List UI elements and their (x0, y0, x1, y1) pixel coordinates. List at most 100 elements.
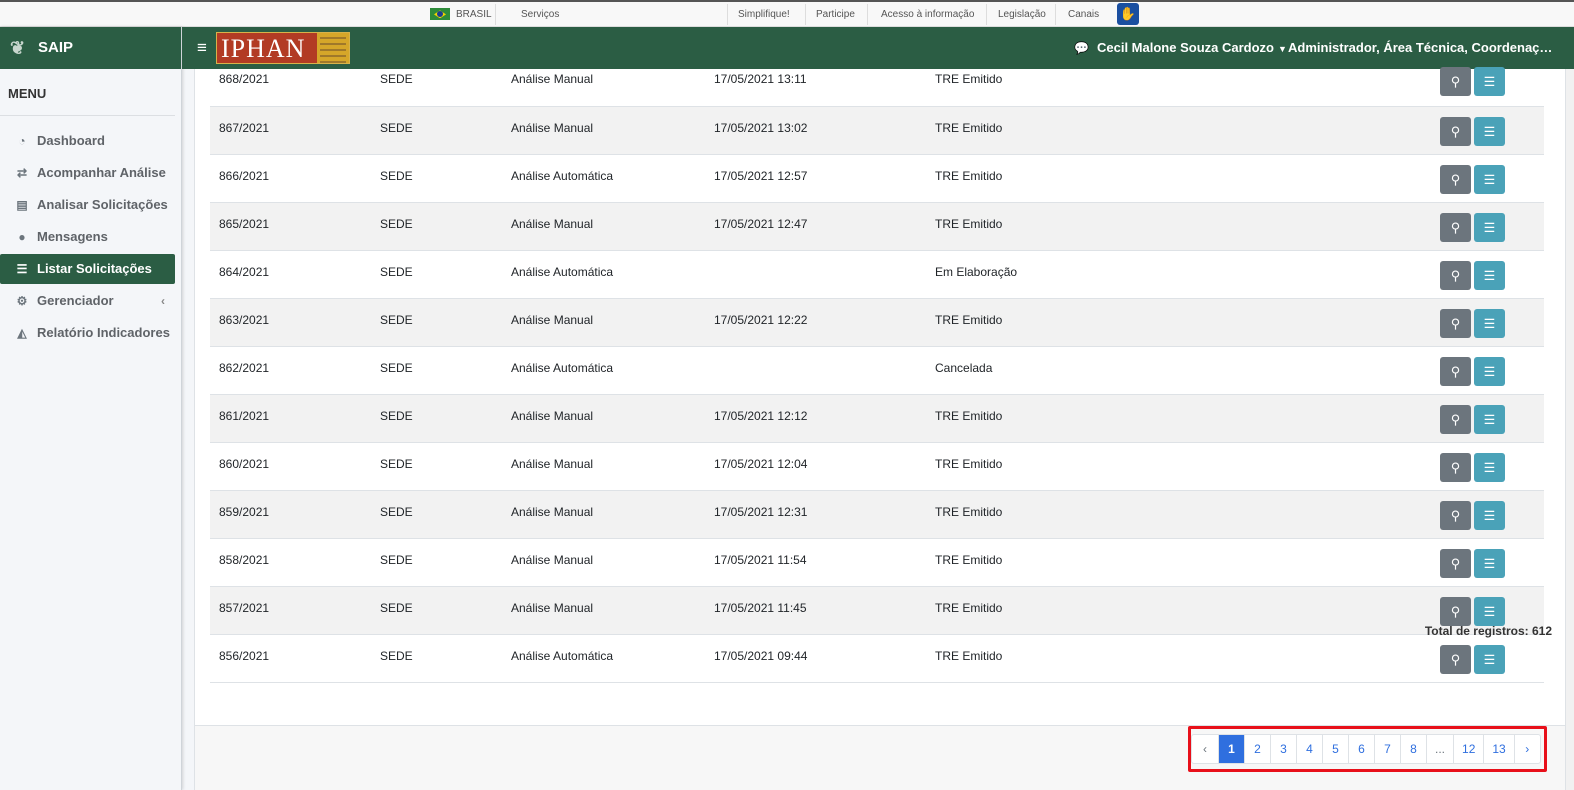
unit-cell: SEDE (380, 409, 413, 423)
user-menu[interactable]: Cecil Malone Souza Cardozo ▼ (1097, 27, 1287, 70)
pagination-prev[interactable]: ‹ (1192, 735, 1218, 763)
requests-table: 868/2021 SEDE Análise Manual 17/05/2021 13:… (210, 67, 1544, 683)
list-icon: ☰ (1483, 364, 1496, 379)
unit-cell: SEDE (380, 601, 413, 615)
sign-language-icon[interactable]: ✋ (1117, 3, 1139, 25)
analysis-type-cell: Análise Automática (511, 361, 614, 375)
analysis-type-cell: Análise Manual (511, 217, 594, 231)
details-button[interactable]: ☰ (1474, 453, 1505, 482)
table-row: 864/2021 SEDE Análise Automática Em Elabora… (210, 251, 1544, 299)
status-cell: TRE Emitido (935, 553, 1003, 567)
request-number-cell: 857/2021 (219, 601, 270, 615)
participe-link[interactable]: Participe (806, 2, 865, 27)
sidebar-item-acompanhar-analise[interactable]: ⇄ Acompanhar Análise (0, 158, 175, 188)
pagination-page[interactable]: 7 (1374, 735, 1400, 763)
sidebar-item-relatorio-indicadores[interactable]: ◭ Relatório Indicadores (0, 318, 175, 348)
analysis-type-cell: Análise Manual (511, 72, 594, 86)
pagination-page[interactable]: 1 (1218, 735, 1244, 763)
status-cell: TRE Emitido (935, 505, 1003, 519)
view-button[interactable]: ⚲ (1440, 405, 1471, 434)
scrollbar[interactable] (1566, 69, 1574, 790)
view-button[interactable]: ⚲ (1440, 117, 1471, 146)
exchange-icon: ⇄ (16, 166, 28, 180)
pagination-page[interactable]: 12 (1453, 735, 1483, 763)
table-row: 868/2021 SEDE Análise Manual 17/05/2021 13:… (210, 67, 1544, 107)
details-button[interactable]: ☰ (1474, 67, 1505, 96)
datetime-cell: 17/05/2021 12:22 (714, 313, 808, 327)
request-number-cell: 856/2021 (219, 649, 270, 663)
sidebar-item-listar-solicitacoes[interactable]: ☰ Listar Solicitações (0, 254, 175, 284)
dashboard-icon: ◔ (18, 134, 26, 148)
chevron-left-icon: ‹ (161, 294, 165, 308)
view-button[interactable]: ⚲ (1440, 453, 1471, 482)
unit-cell: SEDE (380, 72, 413, 86)
pagination-page[interactable]: 4 (1296, 735, 1322, 763)
details-button[interactable]: ☰ (1474, 309, 1505, 338)
request-number-cell: 867/2021 (219, 121, 270, 135)
sidebar-item-analisar-solicitacoes[interactable]: ▤ Analisar Solicitações (0, 190, 175, 220)
list-icon: ☰ (1483, 604, 1496, 619)
leaf-logo-icon: ❦ (10, 38, 26, 59)
pagination-page[interactable]: 3 (1270, 735, 1296, 763)
details-button[interactable]: ☰ (1474, 549, 1505, 578)
menu-toggle-icon[interactable]: ≡ (197, 27, 207, 69)
details-button[interactable]: ☰ (1474, 501, 1505, 530)
view-button[interactable]: ⚲ (1440, 67, 1471, 96)
details-button[interactable]: ☰ (1474, 357, 1505, 386)
search-icon: ⚲ (1450, 124, 1461, 139)
services-link[interactable]: Serviços (511, 2, 569, 27)
legislacao-link[interactable]: Legislação (988, 2, 1056, 27)
analysis-type-cell: Análise Automática (511, 265, 614, 279)
pagination-page[interactable]: 13 (1483, 735, 1513, 763)
pagination-page[interactable]: 6 (1348, 735, 1374, 763)
sidebar-item-mensagens[interactable]: ● Mensagens (0, 222, 175, 252)
view-button[interactable]: ⚲ (1440, 165, 1471, 194)
details-button[interactable]: ☰ (1474, 261, 1505, 290)
pagination-ellipsis[interactable]: ... (1426, 735, 1453, 763)
view-button[interactable]: ⚲ (1440, 645, 1471, 674)
simplifique-link[interactable]: Simplifique! (728, 2, 800, 27)
datetime-cell: 17/05/2021 09:44 (714, 649, 808, 663)
status-cell: TRE Emitido (935, 457, 1003, 471)
view-button[interactable]: ⚲ (1440, 309, 1471, 338)
view-button[interactable]: ⚲ (1440, 597, 1471, 626)
list-icon: ☰ (1483, 460, 1496, 475)
acesso-informacao-link[interactable]: Acesso à informação (871, 2, 984, 27)
analysis-type-cell: Análise Automática (511, 169, 614, 183)
status-cell: Em Elaboração (935, 265, 1018, 279)
details-button[interactable]: ☰ (1474, 117, 1505, 146)
sidebar-item-dashboard[interactable]: ◔ Dashboard (0, 126, 175, 156)
sidebar-item-gerenciador[interactable]: ⚙ Gerenciador ‹ (0, 286, 175, 316)
table-row: 858/2021 SEDE Análise Manual 17/05/2021 11:… (210, 539, 1544, 587)
canais-link[interactable]: Canais (1058, 2, 1109, 27)
sidebar-item-label: Gerenciador (37, 293, 114, 308)
details-button[interactable]: ☰ (1474, 405, 1505, 434)
analysis-type-cell: Análise Manual (511, 121, 594, 135)
menu-title: MENU (0, 69, 175, 116)
request-number-cell: 866/2021 (219, 169, 270, 183)
list-icon: ☰ (16, 262, 28, 276)
details-button[interactable]: ☰ (1474, 597, 1505, 626)
details-button[interactable]: ☰ (1474, 645, 1505, 674)
sidebar-item-label: Relatório Indicadores (37, 325, 170, 340)
pagination-page[interactable]: 5 (1322, 735, 1348, 763)
details-button[interactable]: ☰ (1474, 165, 1505, 194)
request-number-cell: 863/2021 (219, 313, 270, 327)
status-cell: TRE Emitido (935, 121, 1003, 135)
chat-icon[interactable]: 💬 (1074, 27, 1089, 69)
view-button[interactable]: ⚲ (1440, 501, 1471, 530)
brasil-link[interactable]: BRASIL (420, 2, 502, 27)
status-cell: TRE Emitido (935, 649, 1003, 663)
pagination-page[interactable]: 2 (1244, 735, 1270, 763)
details-button[interactable]: ☰ (1474, 213, 1505, 242)
view-button[interactable]: ⚲ (1440, 213, 1471, 242)
view-button[interactable]: ⚲ (1440, 357, 1471, 386)
view-button[interactable]: ⚲ (1440, 261, 1471, 290)
pagination-next[interactable]: › (1513, 735, 1540, 763)
search-icon: ⚲ (1450, 556, 1461, 571)
brand[interactable]: ❦ SAIP (0, 27, 181, 69)
pagination-page[interactable]: 8 (1400, 735, 1426, 763)
view-button[interactable]: ⚲ (1440, 549, 1471, 578)
iphan-logo[interactable]: IPHAN (216, 32, 350, 64)
search-icon: ⚲ (1450, 220, 1461, 235)
